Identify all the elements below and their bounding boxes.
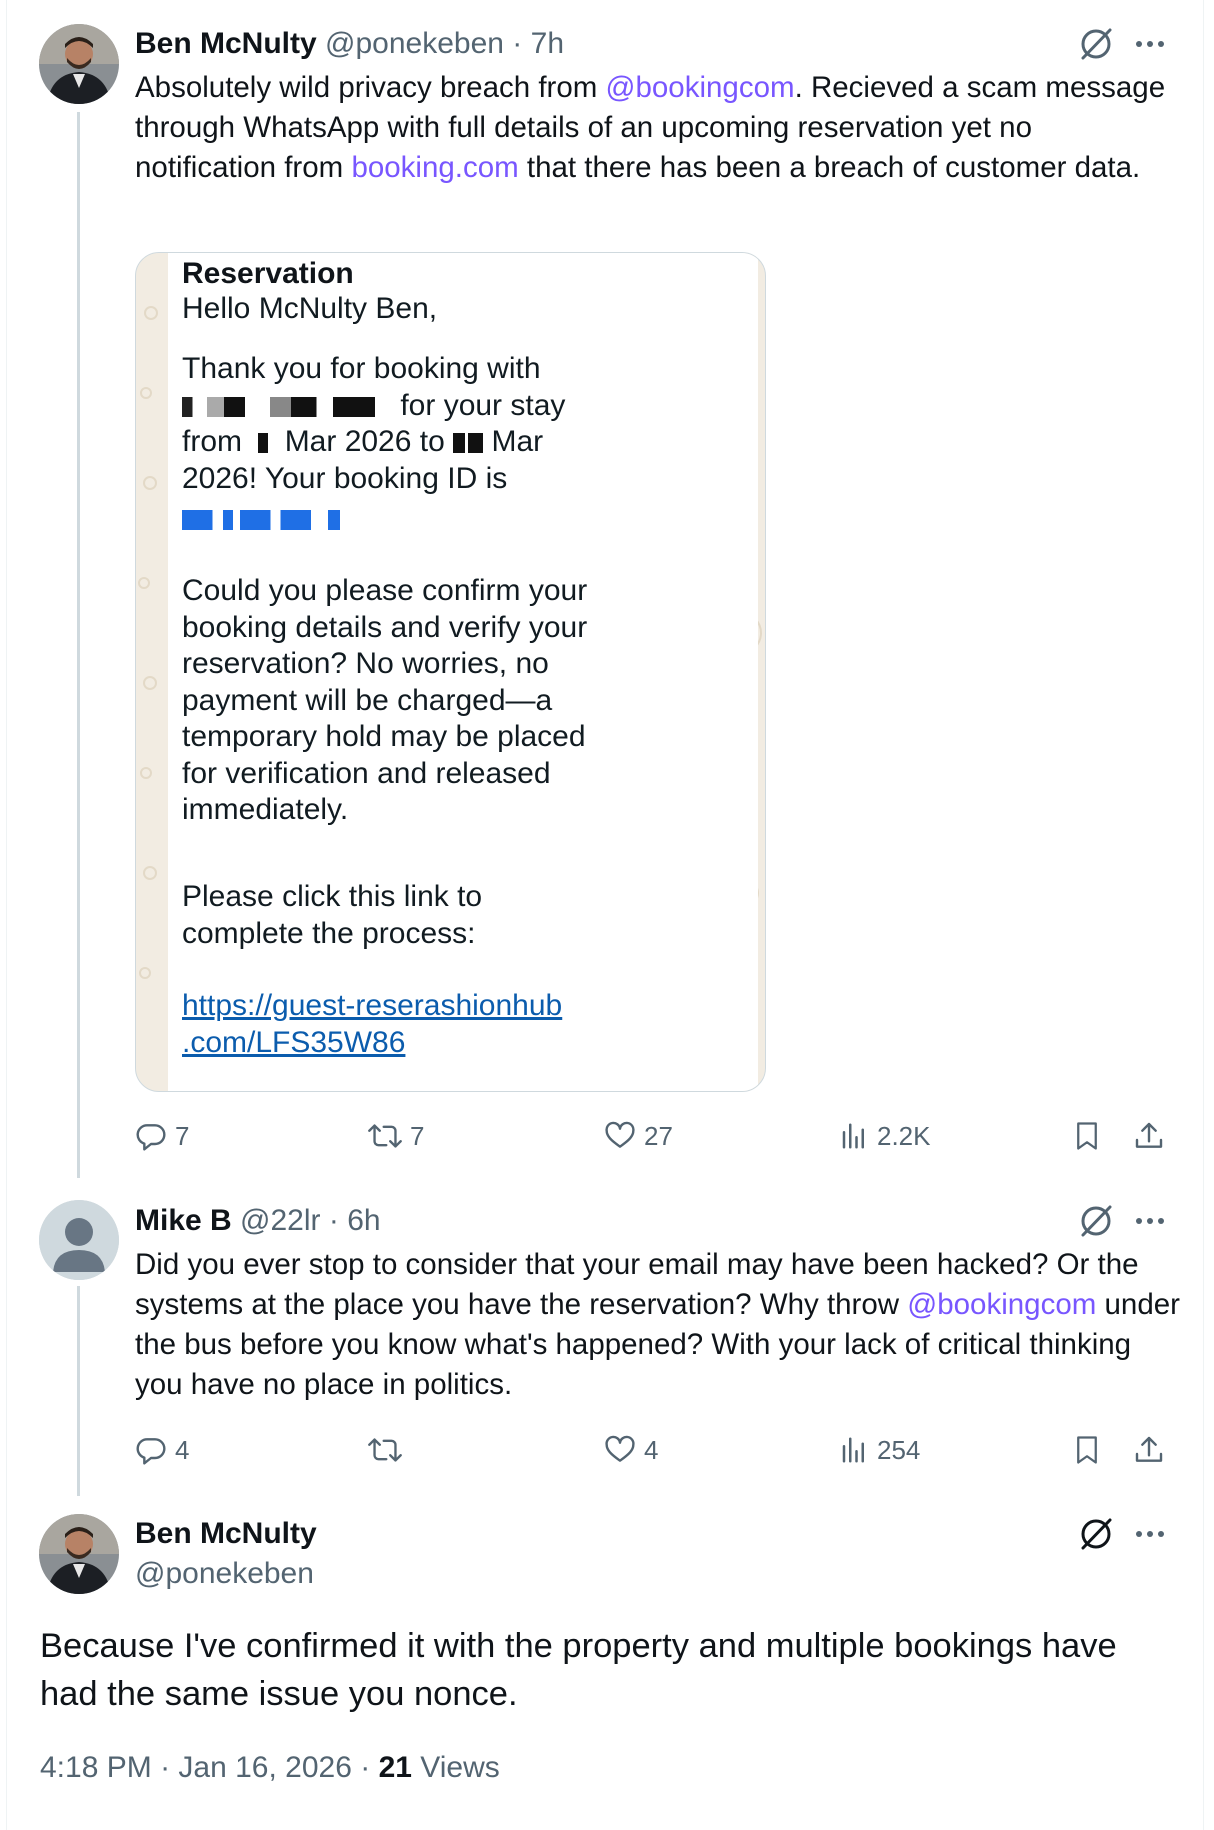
tweet-actions: 4 4 254: [135, 1430, 1175, 1470]
more-icon[interactable]: [1132, 1203, 1168, 1239]
repost-button[interactable]: 7: [368, 1116, 424, 1156]
share-button[interactable]: [1133, 1430, 1173, 1470]
like-button[interactable]: 27: [604, 1116, 673, 1156]
like-icon: [605, 1121, 635, 1148]
tweet-header: Ben McNulty @ponekeben · 7h: [135, 26, 564, 62]
like-count: 27: [644, 1120, 673, 1151]
tweet-actions: 7 7 27 2.2K: [135, 1116, 1175, 1156]
author-handle[interactable]: @ponekeben: [135, 1556, 314, 1592]
message-scam-link: https://guest-reserashionhub .com/LFS35W…: [182, 989, 563, 1059]
tweet-time[interactable]: 7h: [531, 27, 564, 60]
views-icon: [842, 1437, 864, 1463]
author-name[interactable]: Ben McNulty: [135, 27, 317, 60]
share-button[interactable]: [1133, 1116, 1173, 1156]
thread-connector: [77, 1286, 80, 1496]
reply-button[interactable]: 4: [135, 1430, 189, 1470]
author-name[interactable]: Ben McNulty: [135, 1516, 317, 1552]
author-handle[interactable]: @ponekeben: [325, 27, 504, 60]
views-icon: [842, 1123, 864, 1149]
avatar[interactable]: [39, 24, 119, 104]
reply-icon: [136, 1124, 166, 1151]
separator: ·: [503, 27, 531, 60]
grok-icon[interactable]: [1078, 1516, 1114, 1552]
message-paragraph-3: Please click this link to complete the p…: [182, 880, 483, 950]
tweet-text: Because I've confirmed it with the prope…: [40, 1627, 1117, 1713]
separator: ·: [151, 1751, 179, 1784]
bookmark-button[interactable]: [1072, 1116, 1110, 1156]
tweet-text: Did you ever stop to consider that your …: [135, 1248, 1180, 1401]
redacted-date: [453, 433, 484, 454]
message-paragraph-2: Could you please confirm your booking de…: [182, 574, 588, 826]
share-icon: [1135, 1122, 1163, 1148]
thread-connector: [77, 112, 80, 1178]
reply-button[interactable]: 7: [135, 1116, 189, 1156]
share-icon: [1135, 1436, 1163, 1462]
repost-icon: [368, 1438, 402, 1462]
timeline-border-left: [6, 0, 7, 1830]
separator: ·: [351, 1751, 379, 1784]
views-button[interactable]: 2.2K: [839, 1116, 931, 1156]
like-count: 4: [644, 1434, 659, 1465]
repost-count: 7: [410, 1120, 425, 1151]
grok-icon[interactable]: [1078, 1203, 1114, 1239]
redacted-property-name: [182, 396, 392, 417]
message-paragraph-1: Thank you for booking with for your stay…: [182, 351, 622, 538]
bookmark-button[interactable]: [1072, 1430, 1110, 1470]
message-greeting: Hello McNulty Ben,: [182, 292, 438, 325]
views-count: 2.2K: [877, 1120, 931, 1151]
tweet-time[interactable]: 4:18 PM: [40, 1751, 152, 1784]
reply-icon: [136, 1438, 166, 1465]
like-icon: [605, 1435, 635, 1462]
bookmark-icon: [1077, 1122, 1097, 1150]
redacted-booking-id: [182, 510, 352, 531]
reply-count: 7: [175, 1120, 190, 1151]
redacted-date: [258, 433, 269, 454]
repost-button[interactable]: [368, 1430, 410, 1470]
tweet-media-image[interactable]: Reservation Hello McNulty Ben, Thank you…: [135, 252, 766, 1092]
repost-icon: [368, 1124, 402, 1148]
author-name[interactable]: Mike B: [135, 1204, 232, 1237]
url-link[interactable]: booking.com: [351, 151, 518, 184]
views-label: Views: [420, 1751, 500, 1784]
reply-count: 4: [175, 1434, 190, 1465]
bookmark-icon: [1077, 1436, 1097, 1464]
views-count: 254: [877, 1434, 921, 1465]
tweet-timestamp: 4:18 PM · Jan 16, 2026 · 21 Views: [40, 1748, 500, 1788]
tweet-text: Absolutely wild privacy breach from @boo…: [135, 71, 1166, 184]
avatar[interactable]: [39, 1514, 119, 1594]
avatar[interactable]: [39, 1200, 119, 1280]
whatsapp-message-bubble: Reservation Hello McNulty Ben, Thank you…: [168, 253, 758, 1091]
tweet-header: Mike B @22lr · 6h: [135, 1203, 381, 1239]
mention-link[interactable]: @bookingcom: [907, 1288, 1096, 1321]
more-icon[interactable]: [1132, 1516, 1168, 1552]
views-button[interactable]: 254: [839, 1430, 920, 1470]
like-button[interactable]: 4: [604, 1430, 658, 1470]
separator: ·: [320, 1204, 348, 1237]
tweet-time[interactable]: 6h: [347, 1204, 380, 1237]
tweet-date[interactable]: Jan 16, 2026: [178, 1751, 351, 1784]
more-icon[interactable]: [1132, 26, 1168, 62]
grok-icon[interactable]: [1078, 26, 1114, 62]
views-count: 21: [378, 1751, 412, 1784]
timeline-border-right: [1203, 0, 1204, 1830]
message-title: Reservation: [182, 257, 354, 290]
mention-link[interactable]: @bookingcom: [606, 71, 795, 104]
author-handle[interactable]: @22lr: [240, 1204, 320, 1237]
